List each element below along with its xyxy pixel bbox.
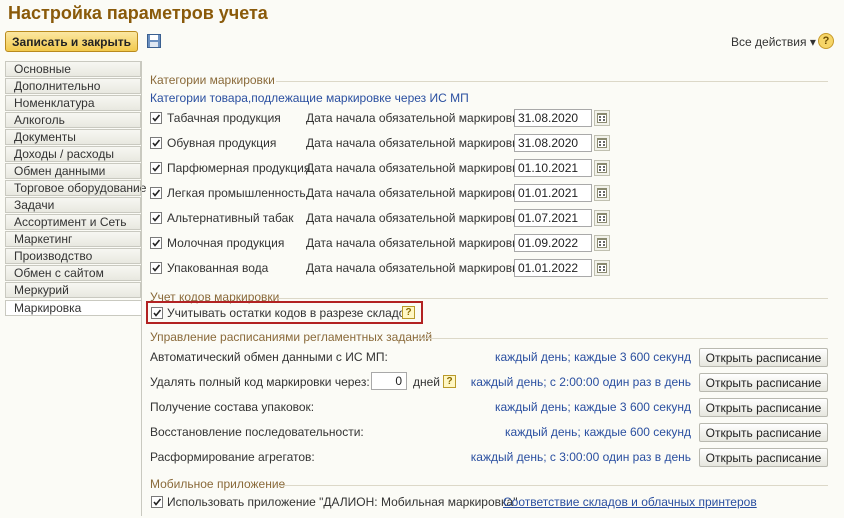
- calendar-icon[interactable]: [594, 260, 610, 276]
- schedule-row-label: Автоматический обмен данными с ИС МП:: [150, 350, 388, 364]
- sidebar-item-documents[interactable]: Документы: [5, 129, 141, 145]
- open-schedule-button[interactable]: Открыть расписание: [699, 348, 828, 367]
- date-field[interactable]: 01.01.2021: [514, 184, 592, 202]
- checkbox-dairy[interactable]: [150, 237, 162, 249]
- help-icon[interactable]: ?: [443, 375, 456, 388]
- schedule-row-label: Удалять полный код маркировки через:: [150, 375, 370, 389]
- sidebar-item-mercury[interactable]: Меркурий: [5, 282, 141, 298]
- sidebar-item-main[interactable]: Основные: [5, 61, 141, 77]
- section-title-schedules: Управление расписаниями регламентных зад…: [150, 330, 433, 344]
- categories-subtitle: Категории товара,подлежащие маркировке ч…: [150, 91, 469, 105]
- date-label: Дата начала обязательной маркировки:: [306, 161, 528, 175]
- checkbox-light-industry[interactable]: [150, 187, 162, 199]
- sidebar-item-data-exchange[interactable]: Обмен данными: [5, 163, 141, 179]
- page-title: Настройка параметров учета: [8, 3, 268, 23]
- schedule-row-label: Восстановление последовательности:: [150, 425, 364, 439]
- checkbox-perfume[interactable]: [150, 162, 162, 174]
- days-input[interactable]: 0: [371, 372, 407, 390]
- date-field[interactable]: 31.08.2020: [514, 109, 592, 127]
- checkbox-tobacco[interactable]: [150, 112, 162, 124]
- section-title-categories: Категории маркировки: [150, 73, 275, 87]
- date-label: Дата начала обязательной маркировки:: [306, 236, 528, 250]
- sidebar-item-site-exchange[interactable]: Обмен с сайтом: [5, 265, 141, 281]
- date-label: Дата начала обязательной маркировки:: [306, 111, 528, 125]
- calendar-icon[interactable]: [594, 135, 610, 151]
- sidebar-item-marketing[interactable]: Маркетинг: [5, 231, 141, 247]
- sidebar-item-assortment[interactable]: Ассортимент и Сеть: [5, 214, 141, 230]
- date-field[interactable]: 01.09.2022: [514, 234, 592, 252]
- mobile-app-label: Использовать приложение "ДАЛИОН: Мобильн…: [167, 495, 518, 509]
- category-label: Табачная продукция: [167, 111, 281, 125]
- sidebar-item-alcohol[interactable]: Алкоголь: [5, 112, 141, 128]
- schedule-link[interactable]: каждый день; каждые 3 600 секунд: [495, 350, 691, 364]
- open-schedule-button[interactable]: Открыть расписание: [699, 398, 828, 417]
- schedule-link[interactable]: каждый день; каждые 3 600 секунд: [495, 400, 691, 414]
- sidebar-item-nomenclature[interactable]: Номенклатура: [5, 95, 141, 111]
- date-label: Дата начала обязательной маркировки:: [306, 136, 528, 150]
- divider: [414, 338, 828, 339]
- date-label: Дата начала обязательной маркировки:: [306, 261, 528, 275]
- sidebar-item-production[interactable]: Производство: [5, 248, 141, 264]
- save-icon[interactable]: [147, 34, 161, 48]
- help-icon[interactable]: ?: [402, 306, 415, 319]
- all-actions-label: Все действия: [731, 35, 807, 49]
- date-field[interactable]: 01.10.2021: [514, 159, 592, 177]
- calendar-icon[interactable]: [594, 110, 610, 126]
- sidebar-item-income-expenses[interactable]: Доходы / расходы: [5, 146, 141, 162]
- calendar-icon[interactable]: [594, 185, 610, 201]
- date-field[interactable]: 01.07.2021: [514, 209, 592, 227]
- chevron-down-icon: ▾: [809, 35, 816, 49]
- sidebar-item-marking[interactable]: Маркировка: [5, 300, 142, 316]
- calendar-icon[interactable]: [594, 210, 610, 226]
- divider: [278, 298, 828, 299]
- divider: [278, 485, 828, 486]
- schedule-row-label: Получение состава упаковок:: [150, 400, 315, 414]
- sidebar-item-tasks[interactable]: Задачи: [5, 197, 141, 213]
- date-label: Дата начала обязательной маркировки:: [306, 211, 528, 225]
- save-and-close-button[interactable]: Записать и закрыть: [5, 31, 138, 52]
- checkbox-alt-tobacco[interactable]: [150, 212, 162, 224]
- all-actions-menu[interactable]: Все действия ▾: [731, 35, 816, 49]
- category-label: Парфюмерная продукция: [167, 161, 311, 175]
- schedule-row-label: Расформирование агрегатов:: [150, 450, 315, 464]
- schedule-link[interactable]: каждый день; каждые 600 секунд: [505, 425, 691, 439]
- section-title-mobile: Мобильное приложение: [150, 477, 286, 491]
- open-schedule-button[interactable]: Открыть расписание: [699, 448, 828, 467]
- date-field[interactable]: 01.01.2022: [514, 259, 592, 277]
- checkbox-mobile-app[interactable]: [151, 496, 163, 508]
- schedule-link[interactable]: каждый день; с 2:00:00 один раз в день: [471, 375, 691, 389]
- category-label: Упакованная вода: [167, 261, 269, 275]
- date-label: Дата начала обязательной маркировки:: [306, 186, 528, 200]
- checkbox-codes-by-warehouse[interactable]: [151, 307, 163, 319]
- date-field[interactable]: 31.08.2020: [514, 134, 592, 152]
- panel-divider: [141, 61, 142, 516]
- calendar-icon[interactable]: [594, 160, 610, 176]
- divider: [276, 81, 828, 82]
- checkbox-shoes[interactable]: [150, 137, 162, 149]
- days-label: дней: [413, 375, 441, 389]
- sidebar-item-additional[interactable]: Дополнительно: [5, 78, 141, 94]
- open-schedule-button[interactable]: Открыть расписание: [699, 373, 828, 392]
- schedule-link[interactable]: каждый день; с 3:00:00 один раз в день: [471, 450, 691, 464]
- open-schedule-button[interactable]: Открыть расписание: [699, 423, 828, 442]
- category-label: Альтернативный табак: [167, 211, 294, 225]
- help-icon[interactable]: ?: [818, 33, 834, 49]
- warehouse-printers-link[interactable]: Соответствие складов и облачных принтеро…: [503, 495, 757, 509]
- category-label: Молочная продукция: [167, 236, 285, 250]
- category-label: Легкая промышленность: [167, 186, 306, 200]
- checkbox-water[interactable]: [150, 262, 162, 274]
- sidebar-item-trade-equipment[interactable]: Торговое оборудование: [5, 180, 146, 196]
- codes-by-warehouse-label: Учитывать остатки кодов в разрезе складо…: [167, 306, 412, 320]
- category-label: Обувная продукция: [167, 136, 277, 150]
- calendar-icon[interactable]: [594, 235, 610, 251]
